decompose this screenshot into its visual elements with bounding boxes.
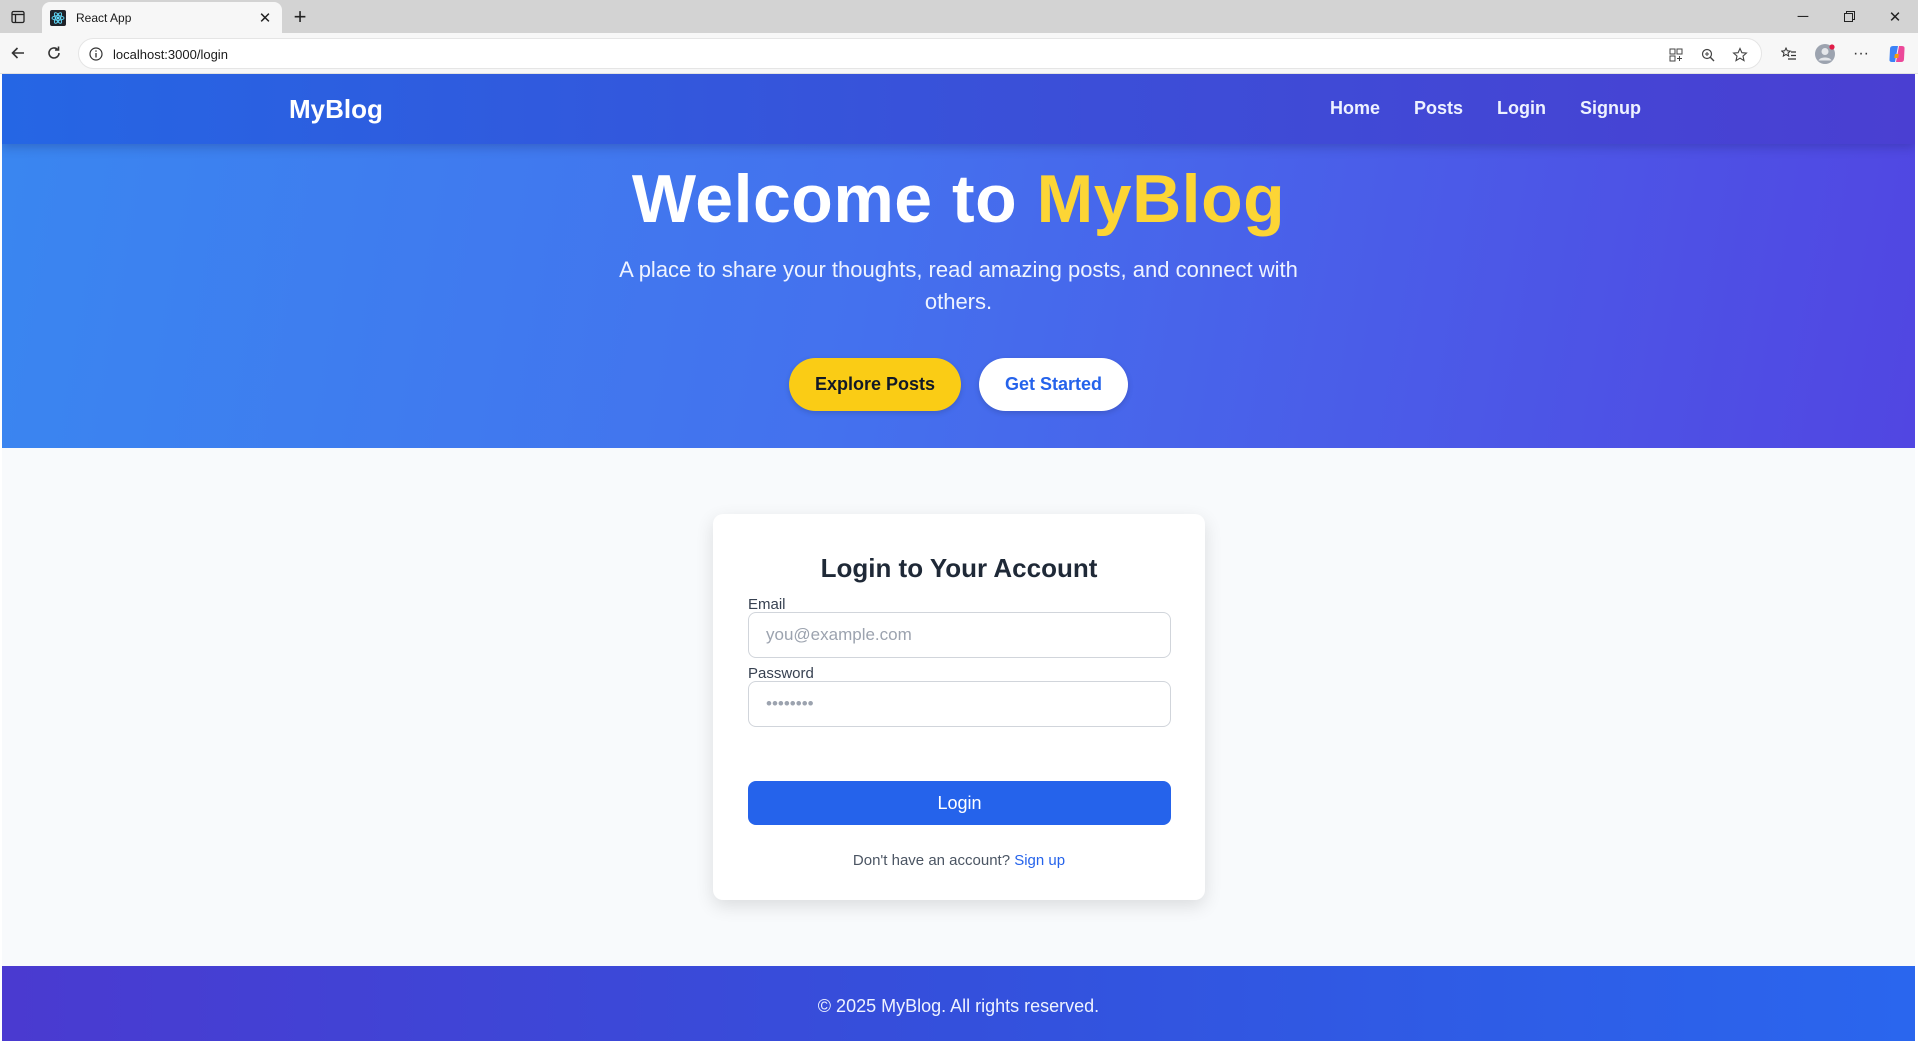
restore-icon[interactable] bbox=[1826, 0, 1872, 33]
password-label: Password bbox=[748, 665, 814, 682]
address-bar-row: localhost:3000/login ··· bbox=[0, 33, 1918, 74]
hero-buttons: Explore Posts Get Started bbox=[2, 358, 1915, 411]
email-label: Email bbox=[748, 596, 786, 613]
brand-logo[interactable]: MyBlog bbox=[289, 94, 383, 125]
hero-subtitle: A place to share your thoughts, read ama… bbox=[619, 257, 1298, 314]
page-viewport: MyBlog Home Posts Login Signup Welcome t… bbox=[2, 74, 1915, 1041]
nav-links: Home Posts Login Signup bbox=[1330, 98, 1641, 119]
minimize-icon[interactable]: ─ bbox=[1780, 0, 1826, 33]
login-card: Login to Your Account Email Password Log… bbox=[713, 514, 1205, 900]
hero-title-prefix: Welcome to bbox=[631, 161, 1037, 237]
site-navbar: MyBlog Home Posts Login Signup bbox=[2, 74, 1915, 144]
url-text: localhost:3000/login bbox=[113, 47, 228, 62]
close-window-icon[interactable]: ✕ bbox=[1872, 0, 1918, 33]
hero-title: Welcome to MyBlog bbox=[2, 160, 1915, 238]
profile-avatar-icon[interactable] bbox=[1812, 41, 1838, 67]
address-bar[interactable]: localhost:3000/login bbox=[78, 38, 1762, 69]
signup-prompt-text: Don't have an account? bbox=[852, 852, 1015, 869]
hero-title-accent: MyBlog bbox=[1036, 161, 1286, 237]
browser-tab[interactable]: React App ✕ bbox=[42, 2, 282, 33]
email-field[interactable] bbox=[748, 612, 1171, 658]
get-started-button[interactable]: Get Started bbox=[979, 358, 1129, 411]
nav-link-posts[interactable]: Posts bbox=[1414, 98, 1463, 119]
tab-actions-icon[interactable] bbox=[8, 7, 28, 27]
footer-copyright: © 2025 MyBlog. All rights reserved. bbox=[817, 996, 1100, 1016]
hero-section: Welcome to MyBlog A place to share your … bbox=[2, 144, 1915, 448]
back-arrow-icon[interactable] bbox=[7, 42, 29, 64]
zoom-icon[interactable] bbox=[1697, 45, 1719, 65]
signup-link[interactable]: Sign up bbox=[1014, 852, 1065, 869]
password-field[interactable] bbox=[748, 681, 1171, 727]
nav-link-login[interactable]: Login bbox=[1497, 98, 1546, 119]
tab-title: React App bbox=[76, 10, 132, 25]
nav-link-signup[interactable]: Signup bbox=[1580, 98, 1641, 119]
signup-prompt: Don't have an account? Sign up bbox=[713, 852, 1205, 869]
plus-icon[interactable]: + bbox=[288, 4, 312, 29]
nav-link-home[interactable]: Home bbox=[1330, 98, 1380, 119]
window-controls: ─ ✕ bbox=[1780, 0, 1918, 33]
favorites-icon[interactable] bbox=[1776, 41, 1802, 67]
favorite-star-icon[interactable] bbox=[1729, 45, 1751, 65]
react-logo-icon bbox=[50, 9, 66, 26]
reload-icon[interactable] bbox=[43, 42, 65, 64]
site-footer: © 2025 MyBlog. All rights reserved. bbox=[2, 966, 1915, 1041]
explore-posts-button[interactable]: Explore Posts bbox=[788, 358, 961, 411]
copilot-icon[interactable] bbox=[1884, 41, 1910, 67]
app-available-icon[interactable] bbox=[1665, 45, 1687, 65]
info-icon[interactable] bbox=[88, 46, 104, 62]
login-title: Login to Your Account bbox=[820, 553, 1098, 583]
more-menu-icon[interactable]: ··· bbox=[1848, 41, 1874, 67]
login-button[interactable]: Login bbox=[748, 781, 1171, 825]
close-icon[interactable]: ✕ bbox=[256, 9, 274, 27]
browser-tab-strip: React App ✕ + ─ ✕ bbox=[0, 0, 1918, 33]
